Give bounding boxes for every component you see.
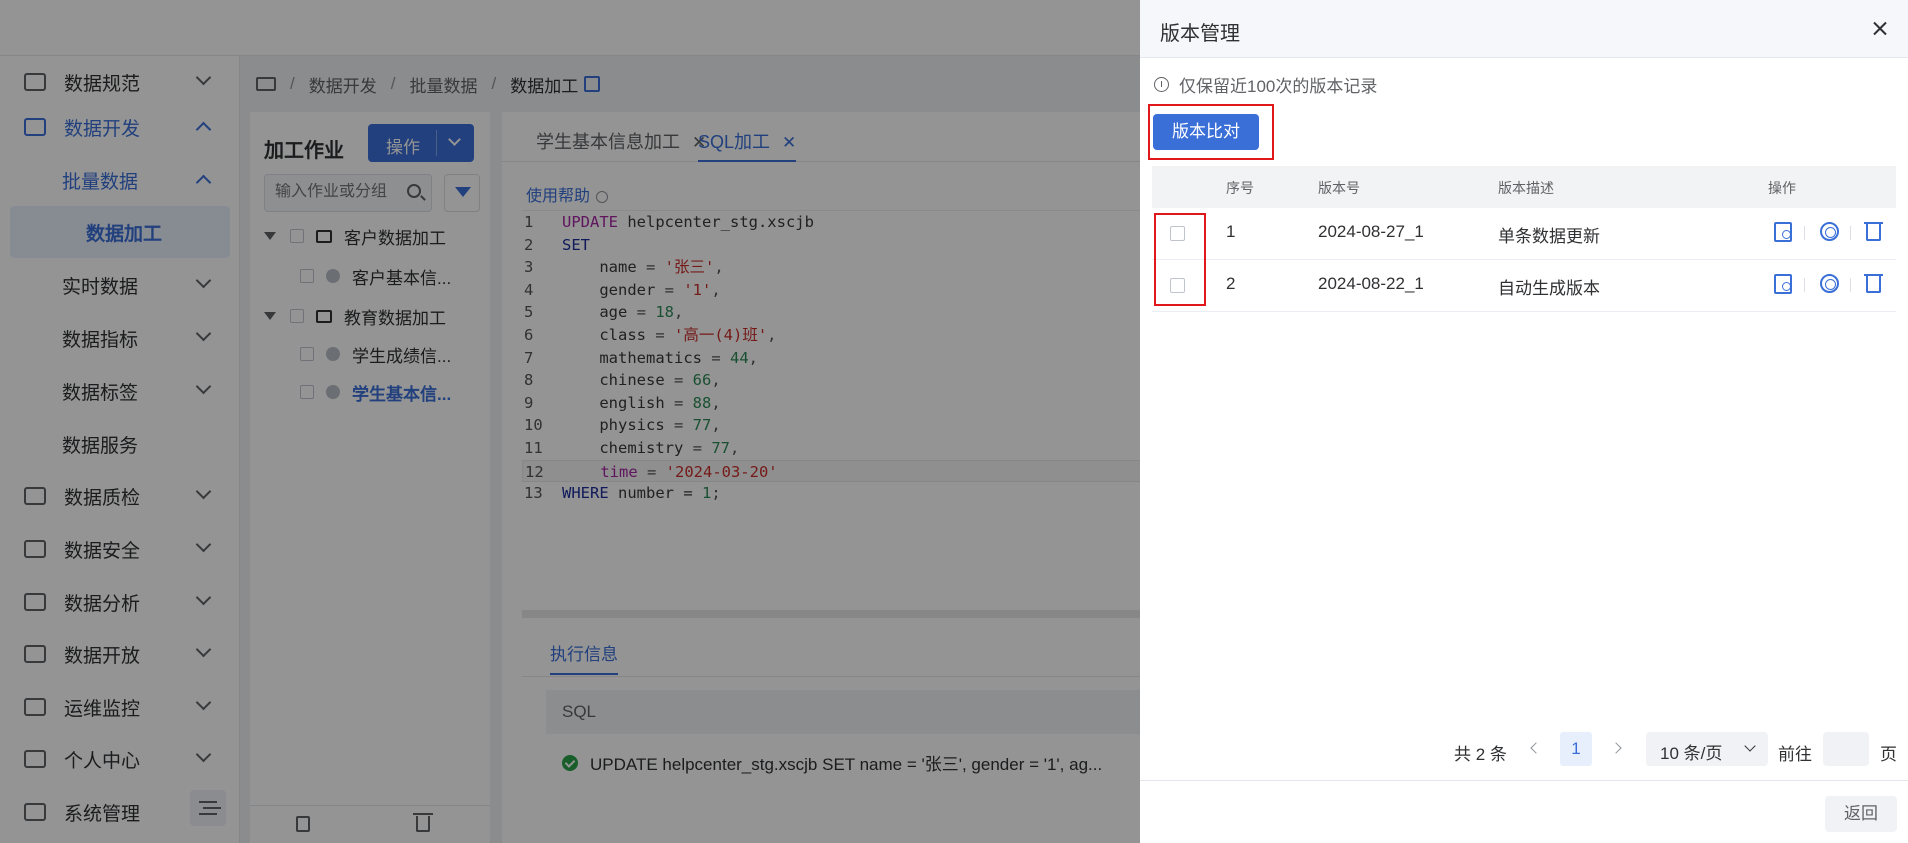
close-icon[interactable]: [1869, 18, 1891, 40]
column-header-version: 版本号: [1318, 180, 1360, 196]
view-icon[interactable]: [1774, 222, 1792, 242]
cell-desc: 自动生成版本: [1498, 279, 1600, 298]
cell-desc: 单条数据更新: [1498, 227, 1600, 246]
cell-version: 2024-08-27_1: [1318, 222, 1424, 241]
view-icon[interactable]: [1774, 274, 1792, 294]
goto-label: 前往: [1778, 745, 1812, 764]
chevron-left-icon[interactable]: [1530, 742, 1542, 754]
chevron-down-icon: [1744, 740, 1756, 752]
trash-icon[interactable]: [1864, 222, 1883, 241]
back-button[interactable]: 返回: [1825, 796, 1897, 832]
table-header: 序号 版本号 版本描述 操作: [1152, 166, 1896, 208]
column-header-desc: 版本描述: [1498, 180, 1554, 196]
table-row[interactable]: 2 2024-08-22_1 自动生成版本: [1152, 260, 1896, 312]
cell-version: 2024-08-22_1: [1318, 274, 1424, 293]
version-drawer: 版本管理 仅保留近100次的版本记录 版本比对 序号 版本号 版本描述 操作 1…: [1140, 0, 1908, 843]
modal-overlay[interactable]: [0, 0, 1140, 843]
column-header-ops: 操作: [1768, 180, 1796, 196]
trash-icon[interactable]: [1864, 274, 1883, 293]
cell-seq: 1: [1226, 222, 1236, 241]
divider: [1804, 278, 1805, 292]
drawer-footer: 返回: [1140, 780, 1908, 843]
highlight-box: [1148, 104, 1274, 160]
page-suffix-label: 页: [1880, 745, 1897, 764]
pagination-total: 共 2 条: [1454, 745, 1507, 764]
page-size-select[interactable]: 10 条/页: [1646, 732, 1768, 766]
restore-icon[interactable]: [1820, 274, 1839, 293]
column-header-seq: 序号: [1226, 180, 1254, 196]
notice-text: 仅保留近100次的版本记录: [1179, 77, 1378, 96]
goto-page-input[interactable]: [1823, 732, 1869, 766]
divider: [1850, 226, 1851, 240]
divider: [1804, 226, 1805, 240]
cell-seq: 2: [1226, 274, 1236, 293]
highlight-box: [1154, 213, 1206, 306]
chevron-right-icon[interactable]: [1610, 742, 1622, 754]
table-row[interactable]: 1 2024-08-27_1 单条数据更新: [1152, 208, 1896, 260]
page-size-value: 10 条/页: [1660, 744, 1723, 763]
info-icon: [1154, 77, 1169, 92]
restore-icon[interactable]: [1820, 222, 1839, 241]
page-number-current[interactable]: 1: [1560, 732, 1592, 766]
pagination: 共 2 条 1 10 条/页 前往 页: [1140, 730, 1908, 770]
drawer-header: 版本管理: [1140, 0, 1908, 58]
retention-notice: 仅保留近100次的版本记录: [1154, 72, 1377, 97]
drawer-title: 版本管理: [1160, 23, 1240, 45]
divider: [1850, 278, 1851, 292]
